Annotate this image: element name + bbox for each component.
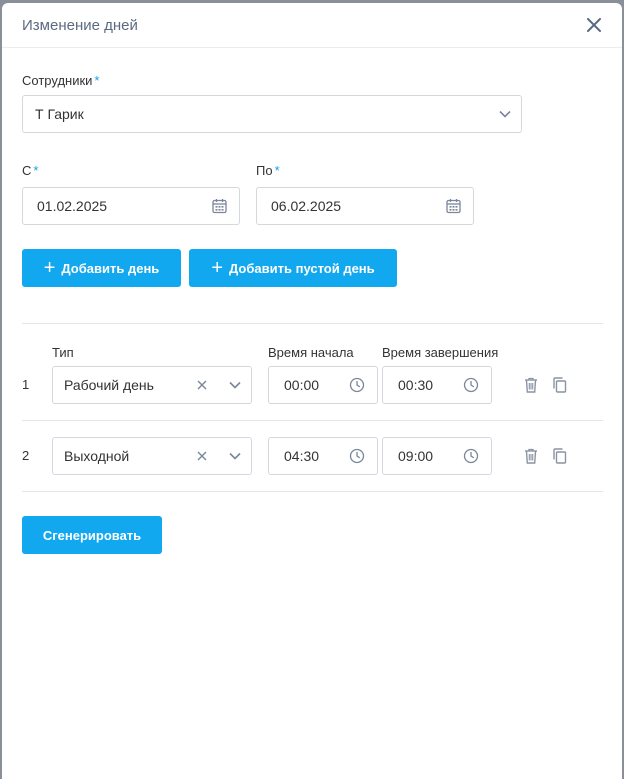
copy-icon[interactable] — [549, 446, 569, 466]
end-time-input[interactable]: 09:00 — [382, 437, 492, 475]
row-number: 1 — [22, 377, 30, 392]
date-from-label: С * — [22, 163, 39, 178]
clock-icon[interactable] — [463, 377, 479, 393]
clock-icon[interactable] — [349, 448, 365, 464]
date-from-input[interactable]: 01.02.2025 — [22, 187, 240, 225]
required-mark: * — [94, 73, 100, 88]
start-time-value: 04:30 — [284, 448, 320, 464]
chevron-down-icon — [229, 452, 241, 460]
divider — [22, 491, 603, 492]
date-from-value: 01.02.2025 — [37, 198, 108, 214]
trash-icon[interactable] — [521, 446, 541, 466]
date-to-label: По * — [256, 163, 280, 178]
plus-icon: + — [211, 257, 224, 279]
type-select[interactable]: Рабочий день — [52, 366, 252, 404]
column-header-end: Время завершения — [382, 345, 499, 360]
date-to-input[interactable]: 06.02.2025 — [256, 187, 474, 225]
employees-value: Т Гарик — [35, 106, 84, 122]
end-time-value: 00:30 — [398, 377, 434, 393]
type-value: Рабочий день — [64, 377, 154, 393]
employees-label: Сотрудники * — [22, 73, 100, 88]
divider — [22, 420, 603, 421]
clock-icon[interactable] — [349, 377, 365, 393]
add-empty-day-label: Добавить пустой день — [229, 260, 375, 276]
add-day-label: Добавить день — [61, 260, 160, 276]
date-to-value: 06.02.2025 — [271, 198, 342, 214]
generate-label: Сгенерировать — [42, 527, 142, 543]
add-day-button[interactable]: + Добавить день — [22, 249, 181, 287]
add-empty-day-button[interactable]: + Добавить пустой день — [189, 249, 397, 287]
generate-button[interactable]: Сгенерировать — [22, 516, 162, 554]
type-value: Выходной — [64, 448, 130, 464]
required-mark: * — [33, 163, 39, 178]
dialog-title: Изменение дней — [22, 16, 138, 34]
end-time-value: 09:00 — [398, 448, 434, 464]
chevron-down-icon — [229, 381, 241, 389]
chevron-down-icon — [499, 110, 511, 118]
end-time-input[interactable]: 00:30 — [382, 366, 492, 404]
clear-icon[interactable] — [197, 380, 207, 390]
start-time-input[interactable]: 00:00 — [268, 366, 378, 404]
copy-icon[interactable] — [549, 375, 569, 395]
row-number: 2 — [22, 448, 30, 463]
type-select[interactable]: Выходной — [52, 437, 252, 475]
edit-days-dialog: Изменение дней Сотрудники * Т Гарик С * 01… — [2, 3, 622, 779]
clear-icon[interactable] — [197, 451, 207, 461]
calendar-icon[interactable] — [212, 198, 227, 214]
start-time-input[interactable]: 04:30 — [268, 437, 378, 475]
dialog-header: Изменение дней — [2, 3, 622, 48]
clock-icon[interactable] — [463, 448, 479, 464]
trash-icon[interactable] — [521, 375, 541, 395]
employees-select[interactable]: Т Гарик — [22, 95, 522, 133]
close-icon[interactable] — [584, 15, 604, 35]
column-header-start: Время начала — [268, 345, 354, 360]
start-time-value: 00:00 — [284, 377, 320, 393]
divider — [22, 323, 603, 324]
calendar-icon[interactable] — [446, 198, 461, 214]
required-mark: * — [274, 163, 280, 178]
plus-icon: + — [43, 257, 56, 279]
column-header-type: Тип — [52, 345, 74, 360]
